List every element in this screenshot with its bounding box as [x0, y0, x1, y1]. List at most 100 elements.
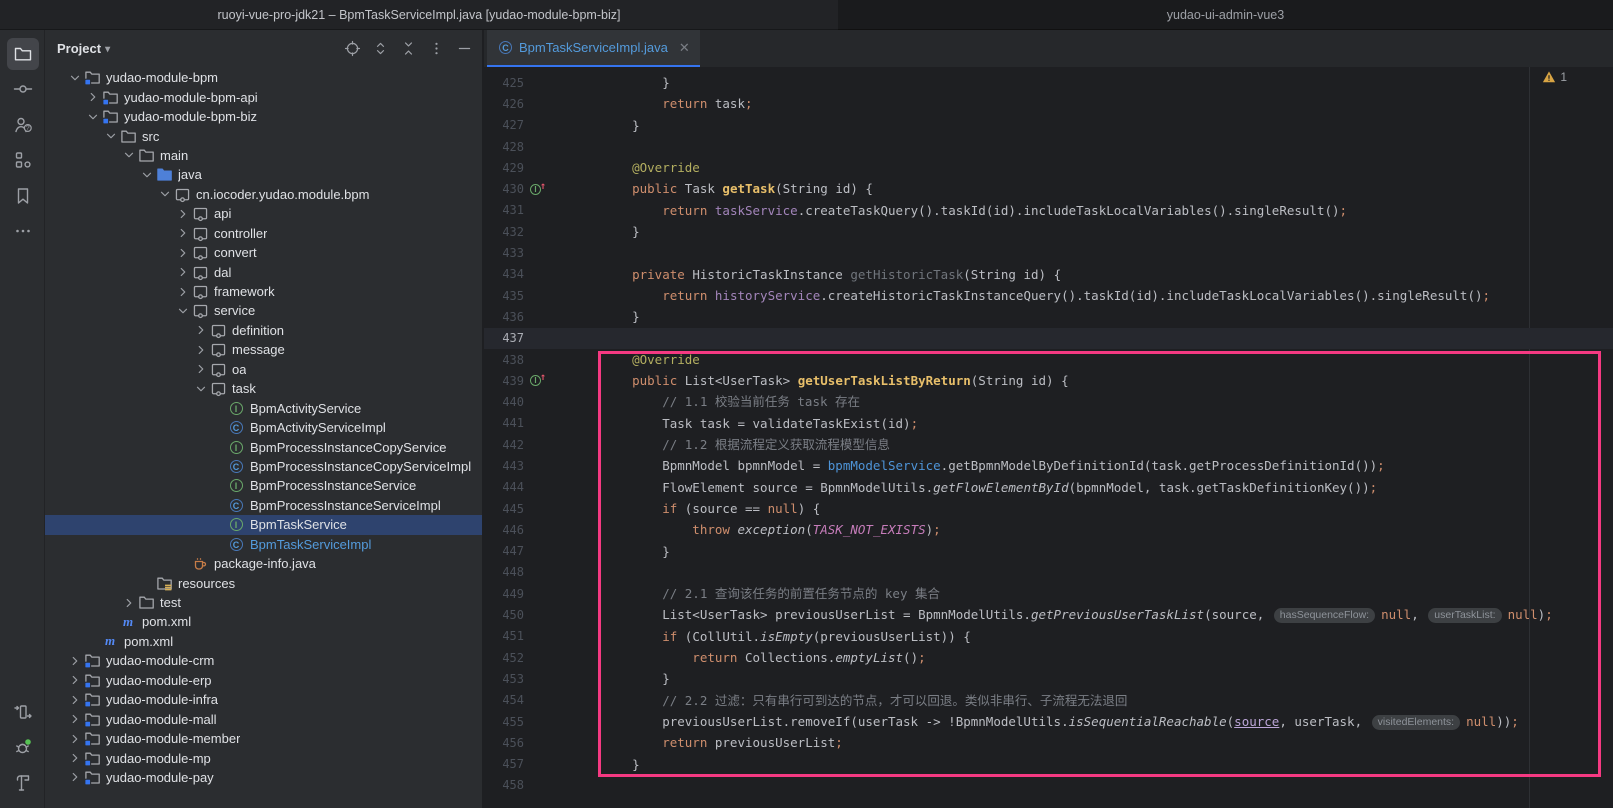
code-line-431[interactable]: 431 return taskService.createTaskQuery()…: [484, 200, 1613, 221]
tree-item-service[interactable]: service: [45, 301, 483, 320]
chevron-down-icon[interactable]: [85, 110, 101, 124]
tree-item-test[interactable]: test: [45, 593, 483, 612]
tree-item-bpmprocessinstanceservice[interactable]: IBpmProcessInstanceService: [45, 476, 483, 495]
chevron-right-icon[interactable]: [175, 285, 191, 299]
code-line-458[interactable]: 458: [484, 775, 1613, 796]
chevron-right-icon[interactable]: [121, 596, 137, 610]
line-number[interactable]: 429: [496, 161, 524, 175]
tree-item-bpmtaskservice[interactable]: IBpmTaskService: [45, 515, 483, 534]
tree-item-pom-xml[interactable]: mpom.xml: [45, 612, 483, 631]
code-line-446[interactable]: 446 throw exception(TASK_NOT_EXISTS);: [484, 519, 1613, 540]
code-line-440[interactable]: 440 // 1.1 校验当前任务 task 存在: [484, 391, 1613, 412]
overriding-method-icon[interactable]: I↑: [530, 184, 546, 195]
code-line-427[interactable]: 427 }: [484, 115, 1613, 136]
chevron-right-icon[interactable]: [67, 712, 83, 726]
tree-item-bpmprocessinstancecopyserviceimpl[interactable]: CBpmProcessInstanceCopyServiceImpl: [45, 457, 483, 476]
line-number[interactable]: 442: [496, 438, 524, 452]
line-number[interactable]: 433: [496, 246, 524, 260]
code-line-450[interactable]: 450 List<UserTask> previousUserList = Bp…: [484, 604, 1613, 625]
debug-icon[interactable]: [7, 731, 39, 763]
line-number[interactable]: 432: [496, 225, 524, 239]
line-number[interactable]: 440: [496, 395, 524, 409]
line-number[interactable]: 456: [496, 736, 524, 750]
commit-icon[interactable]: [7, 73, 39, 105]
line-number[interactable]: 436: [496, 310, 524, 324]
code-line-447[interactable]: 447 }: [484, 541, 1613, 562]
bookmarks-icon[interactable]: [7, 180, 39, 212]
gutter-marker[interactable]: I↑: [528, 375, 548, 386]
tree-item-src[interactable]: src: [45, 126, 483, 145]
line-number[interactable]: 443: [496, 459, 524, 473]
tree-item-yudao-module-crm[interactable]: yudao-module-crm: [45, 651, 483, 670]
code-line-455[interactable]: 455 previousUserList.removeIf(userTask -…: [484, 711, 1613, 732]
chevron-right-icon[interactable]: [175, 207, 191, 221]
more-tool-windows-icon[interactable]: [7, 215, 39, 247]
line-number[interactable]: 431: [496, 203, 524, 217]
code-line-428[interactable]: 428: [484, 136, 1613, 157]
chevron-right-icon[interactable]: [67, 673, 83, 687]
code-line-456[interactable]: 456 return previousUserList;: [484, 732, 1613, 753]
code-line-451[interactable]: 451 if (CollUtil.isEmpty(previousUserLis…: [484, 626, 1613, 647]
chevron-right-icon[interactable]: [193, 362, 209, 376]
line-number[interactable]: 449: [496, 587, 524, 601]
services-icon[interactable]: [7, 696, 39, 728]
code-line-442[interactable]: 442 // 1.2 根据流程定义获取流程模型信息: [484, 434, 1613, 455]
select-opened-file-icon[interactable]: [340, 36, 364, 60]
line-number[interactable]: 435: [496, 289, 524, 303]
code-line-452[interactable]: 452 return Collections.emptyList();: [484, 647, 1613, 668]
chevron-right-icon[interactable]: [175, 246, 191, 260]
code-line-457[interactable]: 457 }: [484, 754, 1613, 775]
code-line-436[interactable]: 436 }: [484, 306, 1613, 327]
tree-item-main[interactable]: main: [45, 146, 483, 165]
code-line-426[interactable]: 426 return task;: [484, 93, 1613, 114]
line-number[interactable]: 439: [496, 374, 524, 388]
line-number[interactable]: 428: [496, 140, 524, 154]
tree-item-definition[interactable]: definition: [45, 321, 483, 340]
tree-item-oa[interactable]: oa: [45, 360, 483, 379]
code-line-448[interactable]: 448: [484, 562, 1613, 583]
line-number[interactable]: 448: [496, 565, 524, 579]
line-number[interactable]: 451: [496, 629, 524, 643]
collapse-all-icon[interactable]: [396, 36, 420, 60]
code-line-454[interactable]: 454 // 2.2 过滤：只有串行可到达的节点，才可以回退。类似非串行、子流程…: [484, 690, 1613, 711]
tree-item-framework[interactable]: framework: [45, 282, 483, 301]
tree-item-resources[interactable]: resources: [45, 573, 483, 592]
chevron-down-icon[interactable]: [121, 148, 137, 162]
chevron-right-icon[interactable]: [67, 693, 83, 707]
tree-item-cn-iocoder-yudao-module-bpm[interactable]: cn.iocoder.yudao.module.bpm: [45, 185, 483, 204]
line-number[interactable]: 434: [496, 267, 524, 281]
code-line-433[interactable]: 433: [484, 242, 1613, 263]
chevron-right-icon[interactable]: [67, 751, 83, 765]
editor-tab-bpmtaskserviceimpl[interactable]: C BpmTaskServiceImpl.java ✕: [487, 30, 700, 67]
options-icon[interactable]: [424, 36, 448, 60]
overriding-method-icon[interactable]: I↑: [530, 375, 546, 386]
build-icon[interactable]: [7, 767, 39, 799]
expand-all-icon[interactable]: [368, 36, 392, 60]
chevron-right-icon[interactable]: [193, 343, 209, 357]
tree-item-pom-xml[interactable]: mpom.xml: [45, 632, 483, 651]
line-number[interactable]: 426: [496, 97, 524, 111]
hide-icon[interactable]: [452, 36, 476, 60]
line-number[interactable]: 450: [496, 608, 524, 622]
line-number[interactable]: 453: [496, 672, 524, 686]
line-number[interactable]: 425: [496, 76, 524, 90]
chevron-right-icon[interactable]: [193, 323, 209, 337]
tree-item-message[interactable]: message: [45, 340, 483, 359]
line-number[interactable]: 430: [496, 182, 524, 196]
chevron-right-icon[interactable]: [175, 265, 191, 279]
tree-item-bpmtaskserviceimpl[interactable]: CBpmTaskServiceImpl: [45, 535, 483, 554]
code-line-434[interactable]: 434 private HistoricTaskInstance getHist…: [484, 264, 1613, 285]
structure-icon[interactable]: [7, 144, 39, 176]
gutter-marker[interactable]: I↑: [528, 184, 548, 195]
tree-item-package-info-java[interactable]: package-info.java: [45, 554, 483, 573]
editor-body[interactable]: 1 425 }426 return task;427 }428429 @Over…: [484, 67, 1613, 808]
code-line-439[interactable]: 439I↑ public List<UserTask> getUserTaskL…: [484, 370, 1613, 391]
line-number[interactable]: 427: [496, 118, 524, 132]
pull-requests-icon[interactable]: ?: [7, 109, 39, 141]
tree-item-bpmprocessinstanceserviceimpl[interactable]: CBpmProcessInstanceServiceImpl: [45, 496, 483, 515]
tree-item-yudao-module-infra[interactable]: yudao-module-infra: [45, 690, 483, 709]
line-number[interactable]: 447: [496, 544, 524, 558]
tree-item-java[interactable]: java: [45, 165, 483, 184]
tree-item-task[interactable]: task: [45, 379, 483, 398]
line-number[interactable]: 457: [496, 757, 524, 771]
